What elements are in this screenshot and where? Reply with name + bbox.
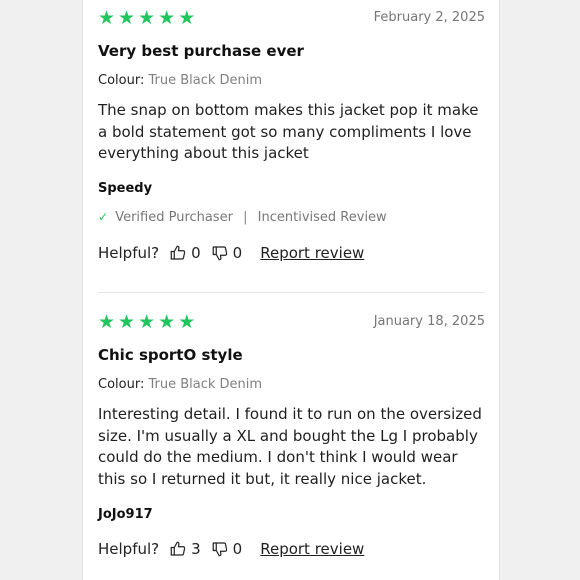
review-title: Chic sportO style xyxy=(98,346,243,364)
star-icon: ★ xyxy=(98,7,116,29)
reviews-panel: ★ ★ ★ ★ ★ February 2, 2025 Very best pur… xyxy=(82,0,500,580)
colour-value: True Black Denim xyxy=(148,377,263,392)
thumbs-up-button[interactable]: 3 xyxy=(169,540,201,558)
check-icon: ✓ xyxy=(98,210,109,224)
review-body: Interesting detail. I found it to run on… xyxy=(98,405,482,488)
report-review-link[interactable]: Report review xyxy=(260,540,364,558)
helpful-row: Helpful? 0 0 Report review xyxy=(98,244,364,262)
thumbs-down-icon xyxy=(212,542,227,557)
star-icon: ★ xyxy=(98,311,116,333)
divider xyxy=(98,292,485,293)
star-icon: ★ xyxy=(178,7,196,29)
thumbs-down-icon xyxy=(212,246,227,261)
thumbs-down-button[interactable]: 0 xyxy=(211,540,243,558)
star-icon: ★ xyxy=(158,7,176,29)
star-rating: ★ ★ ★ ★ ★ xyxy=(98,8,195,28)
incentivised-review-label: Incentivised Review xyxy=(257,210,387,225)
helpful-down-count: 0 xyxy=(232,244,243,262)
helpful-up-count: 0 xyxy=(191,244,201,262)
star-icon: ★ xyxy=(138,311,156,333)
star-icon: ★ xyxy=(158,311,176,333)
colour-value: True Black Denim xyxy=(148,73,263,88)
thumbs-down-button[interactable]: 0 xyxy=(211,244,243,262)
review-date: February 2, 2025 xyxy=(373,10,485,25)
thumbs-up-icon xyxy=(170,541,186,556)
star-icon: ★ xyxy=(118,7,136,29)
review-colour: Colour: True Black Denim xyxy=(98,377,262,392)
review-author: JoJo917 xyxy=(98,507,153,522)
helpful-up-count: 3 xyxy=(191,540,201,558)
review-date: January 18, 2025 xyxy=(373,314,485,329)
helpful-down-count: 0 xyxy=(232,540,243,558)
star-icon: ★ xyxy=(178,311,196,333)
colour-label: Colour: xyxy=(98,377,145,392)
review-author: Speedy xyxy=(98,181,153,196)
review-card: ★ ★ ★ ★ ★ January 18, 2025 Chic sportO s… xyxy=(98,312,485,580)
verified-purchaser-label: Verified Purchaser xyxy=(115,210,233,225)
colour-label: Colour: xyxy=(98,73,145,88)
review-colour: Colour: True Black Denim xyxy=(98,73,262,88)
helpful-row: Helpful? 3 0 Report review xyxy=(98,540,364,558)
review-title: Very best purchase ever xyxy=(98,42,304,60)
helpful-label: Helpful? xyxy=(98,244,160,262)
star-icon: ★ xyxy=(138,7,156,29)
verified-row: ✓ Verified Purchaser | Incentivised Revi… xyxy=(98,210,387,225)
star-icon: ★ xyxy=(118,311,136,333)
review-card: ★ ★ ★ ★ ★ February 2, 2025 Very best pur… xyxy=(98,8,485,278)
thumbs-up-button[interactable]: 0 xyxy=(169,244,201,262)
star-rating: ★ ★ ★ ★ ★ xyxy=(98,312,195,332)
review-body: The snap on bottom makes this jacket pop… xyxy=(98,101,479,162)
thumbs-up-icon xyxy=(170,245,186,260)
helpful-label: Helpful? xyxy=(98,540,160,558)
report-review-link[interactable]: Report review xyxy=(260,244,364,262)
separator: | xyxy=(243,210,248,225)
